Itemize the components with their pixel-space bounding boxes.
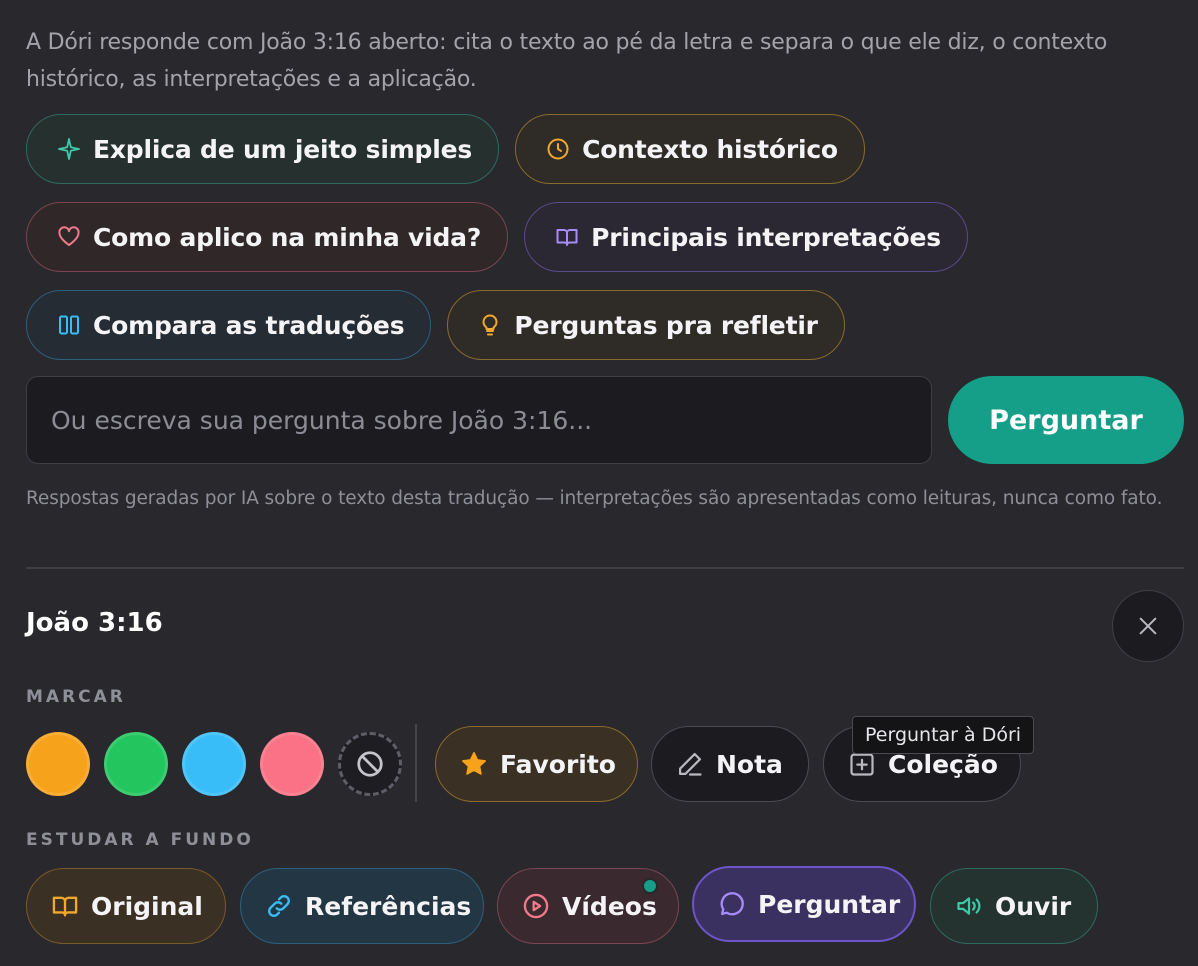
clock-icon — [547, 138, 569, 160]
original-label: Original — [91, 891, 203, 921]
chip-label: Compara as traduções — [93, 310, 405, 340]
highlight-swatches — [26, 732, 402, 796]
references-button[interactable]: Referências — [240, 868, 484, 944]
close-button[interactable] — [1112, 590, 1184, 662]
book-icon — [556, 229, 578, 246]
chip-historical-context[interactable]: Contexto histórico — [515, 114, 865, 184]
star-icon — [462, 752, 486, 775]
chip-row: Explica de um jeito simples Contexto his… — [26, 114, 1176, 184]
swatch-pink[interactable] — [260, 732, 324, 796]
chip-apply-life[interactable]: Como aplico na minha vida? — [26, 202, 509, 272]
swatch-blue[interactable] — [182, 732, 246, 796]
estudar-label: ESTUDAR A FUNDO — [26, 830, 254, 850]
swatch-clear[interactable] — [338, 732, 402, 796]
heart-icon — [58, 226, 80, 246]
vertical-divider — [415, 724, 417, 802]
ask-dori-button[interactable]: Perguntar — [692, 866, 916, 942]
original-button[interactable]: Original — [26, 868, 226, 944]
chip-row: Compara as traduções Perguntas pra refle… — [26, 290, 1176, 360]
ask-dori-label: Perguntar — [758, 889, 901, 919]
chip-label: Explica de um jeito simples — [93, 134, 473, 164]
note-button[interactable]: Nota — [651, 726, 809, 802]
listen-label: Ouvir — [995, 891, 1072, 921]
tooltip: Perguntar à Dóri — [852, 716, 1035, 754]
chip-label: Principais interpretações — [591, 222, 941, 252]
link-icon — [268, 895, 290, 917]
suggestion-chips: Explica de um jeito simples Contexto his… — [26, 114, 1176, 378]
references-label: Referências — [305, 891, 472, 921]
chat-bubble-icon — [720, 892, 744, 916]
chip-label: Perguntas pra refletir — [514, 310, 818, 340]
close-icon — [1139, 617, 1157, 635]
favorite-label: Favorito — [500, 749, 616, 779]
ask-button[interactable]: Perguntar — [948, 376, 1184, 464]
ai-disclaimer: Respostas geradas por IA sobre o texto d… — [26, 488, 1163, 509]
note-label: Nota — [716, 749, 783, 779]
verse-title: João 3:16 — [26, 608, 163, 638]
videos-notification-dot — [642, 878, 658, 894]
chip-label: Contexto histórico — [582, 134, 838, 164]
lightbulb-icon — [482, 314, 498, 336]
chip-interpretations[interactable]: Principais interpretações — [524, 202, 968, 272]
play-icon — [523, 893, 549, 919]
chip-row: Como aplico na minha vida? Principais in… — [26, 202, 1176, 272]
question-input[interactable] — [26, 376, 932, 464]
chip-label: Como aplico na minha vida? — [93, 222, 482, 252]
sparkle-icon — [58, 138, 80, 160]
videos-label: Vídeos — [562, 891, 657, 921]
intro-text: A Dóri responde com João 3:16 aberto: ci… — [26, 30, 1108, 92]
listen-button[interactable]: Ouvir — [930, 868, 1098, 944]
pencil-icon — [678, 752, 702, 776]
swatch-orange[interactable] — [26, 732, 90, 796]
favorite-button[interactable]: Favorito — [435, 726, 638, 802]
swatch-green[interactable] — [104, 732, 168, 796]
columns-icon — [59, 315, 79, 335]
chip-explain-simple[interactable]: Explica de um jeito simples — [26, 114, 500, 184]
chip-reflect-questions[interactable]: Perguntas pra refletir — [447, 290, 845, 360]
no-highlight-icon — [357, 751, 383, 777]
book-icon — [52, 896, 78, 917]
chip-compare-translations[interactable]: Compara as traduções — [26, 290, 432, 360]
add-to-collection-icon — [850, 753, 874, 776]
section-divider — [26, 567, 1184, 569]
speaker-icon — [957, 897, 981, 915]
marcar-label: MARCAR — [26, 687, 126, 707]
